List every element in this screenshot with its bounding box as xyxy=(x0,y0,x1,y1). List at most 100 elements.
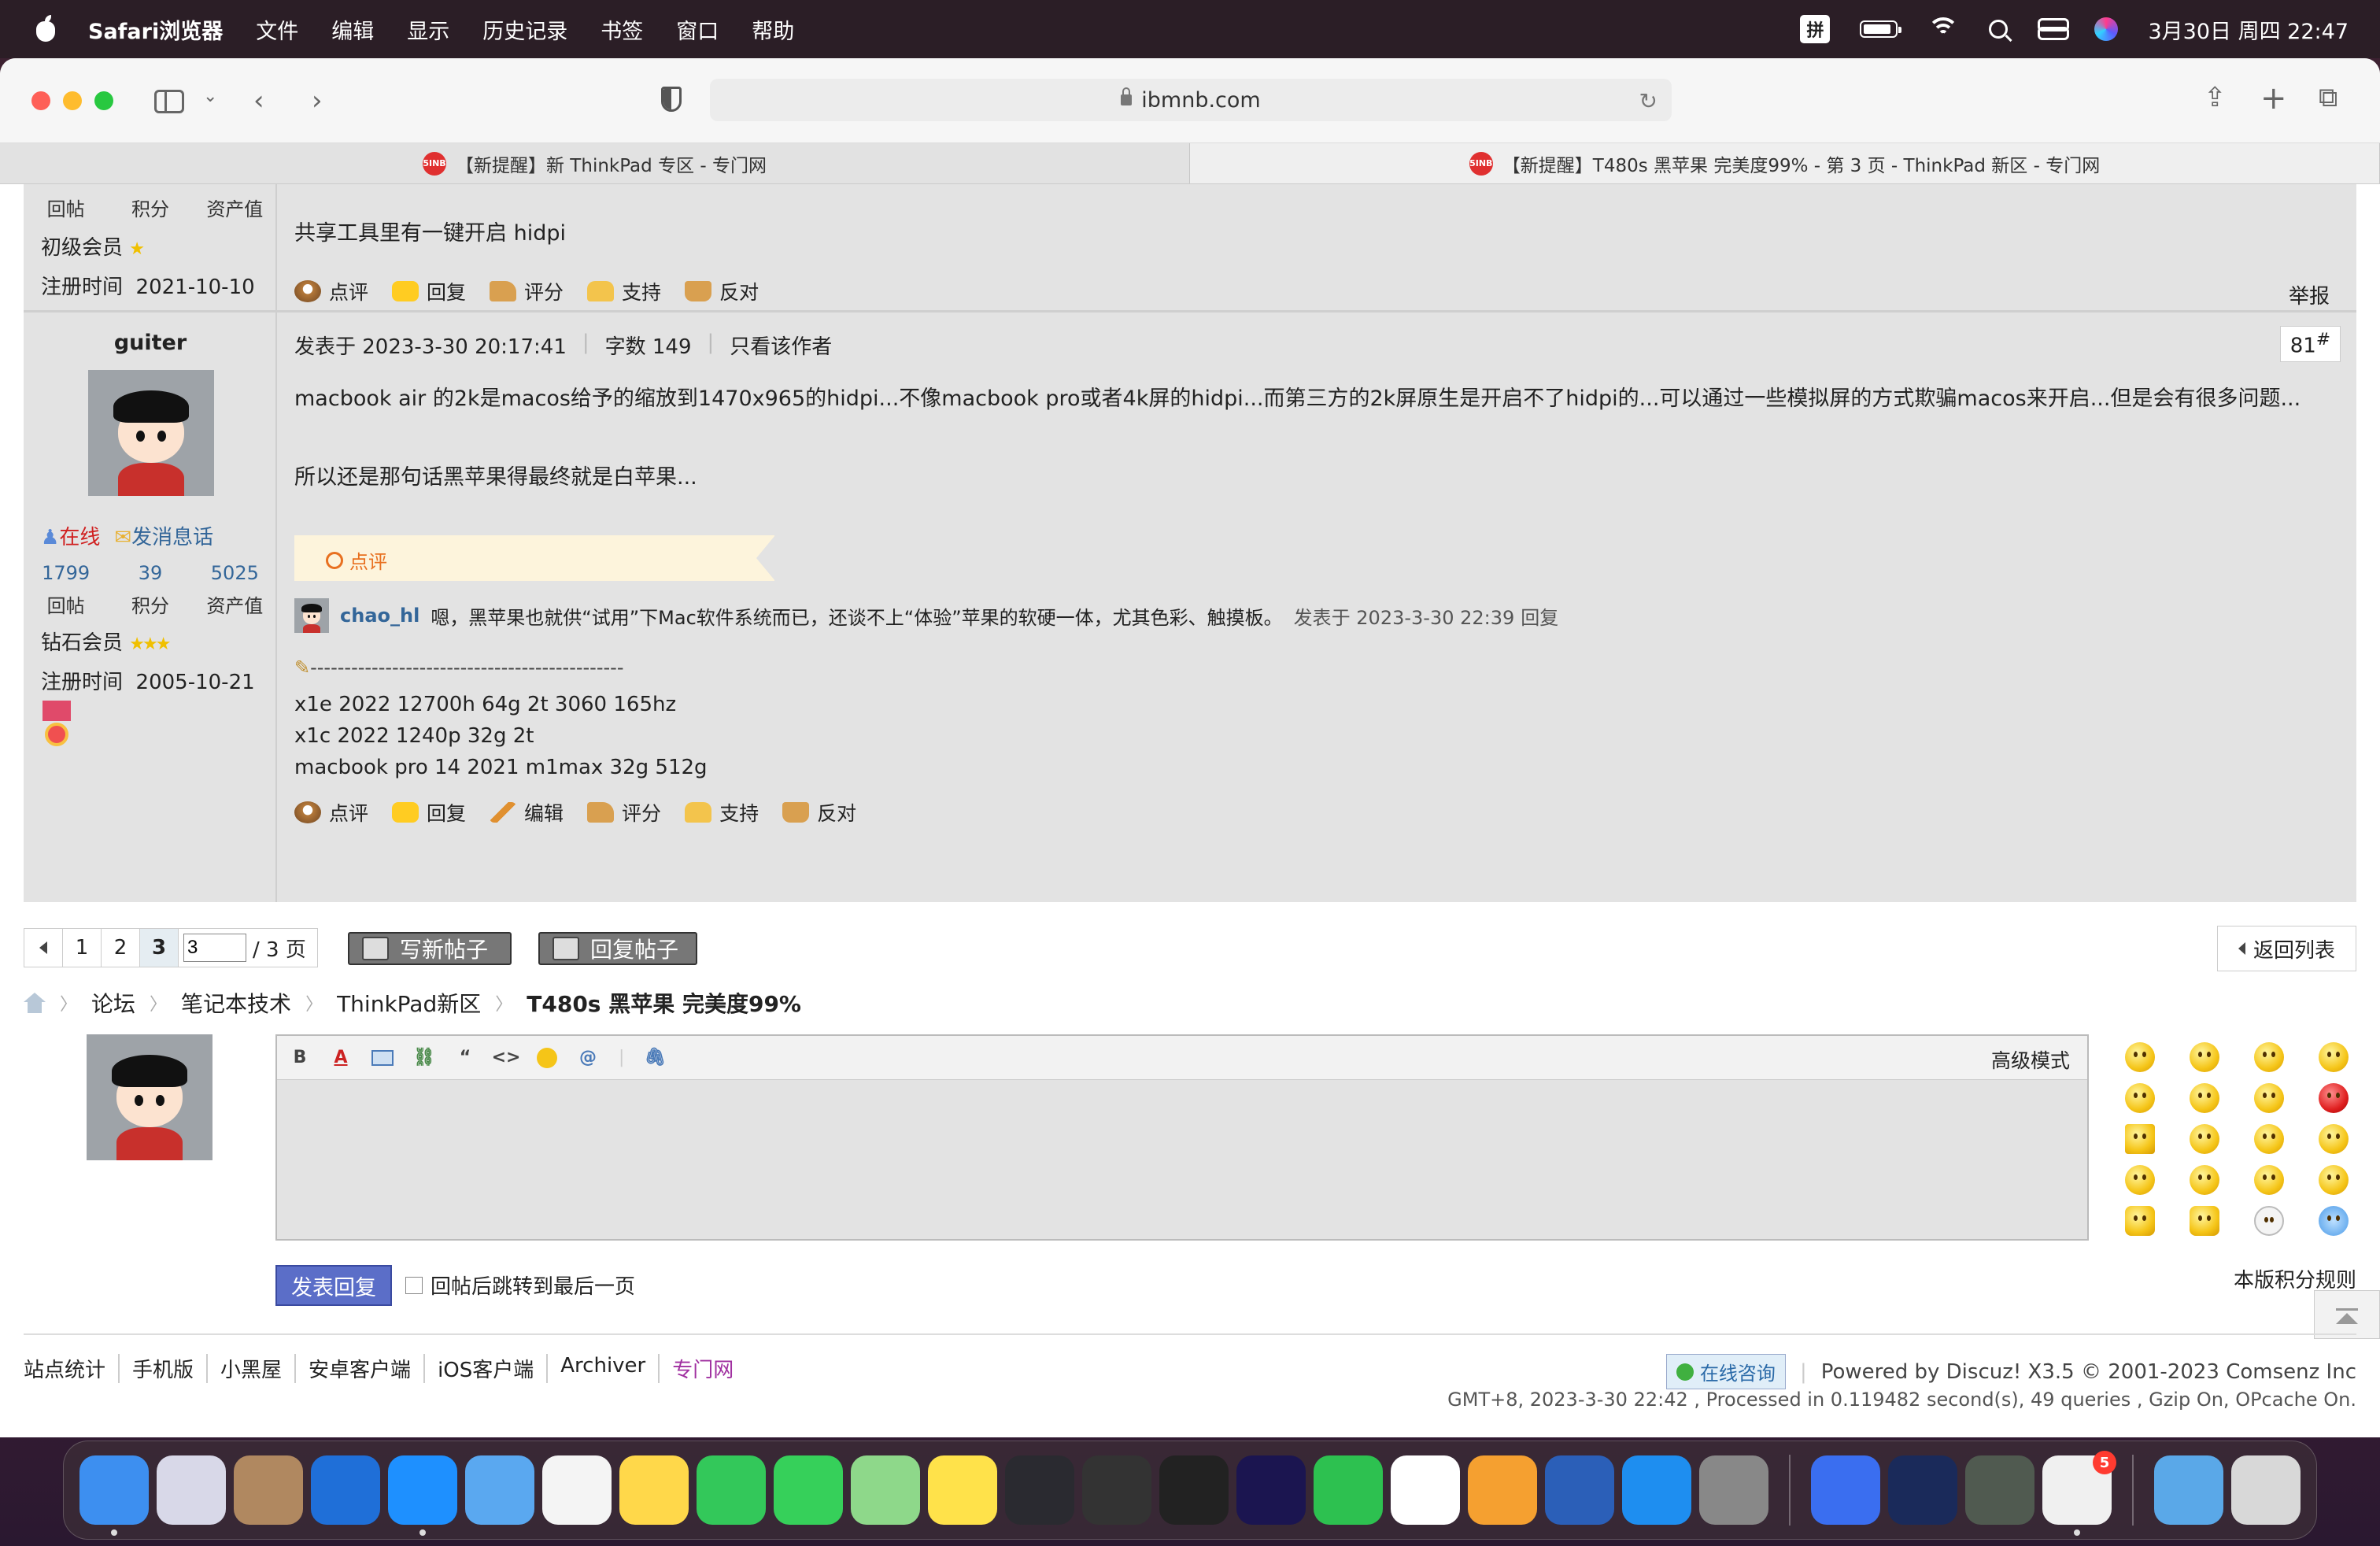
stat-points-value[interactable]: 39 xyxy=(108,562,192,584)
menu-view[interactable]: 显示 xyxy=(407,14,449,45)
only-author-link[interactable]: 只看该作者 xyxy=(730,331,832,360)
breadcrumb-laptop-tech[interactable]: 笔记本技术 xyxy=(181,987,291,1019)
image-icon[interactable] xyxy=(371,1049,394,1066)
dock-notes-icon[interactable] xyxy=(619,1455,689,1525)
page-2-link[interactable]: 2 xyxy=(101,928,140,967)
smiley-icon[interactable] xyxy=(2125,1165,2155,1195)
at-mention-icon[interactable]: @ xyxy=(578,1048,598,1068)
breadcrumb-thinkpad-zone[interactable]: ThinkPad新区 xyxy=(337,987,481,1019)
footer-link-archiver[interactable]: Archiver xyxy=(548,1354,660,1383)
dock-messages-icon[interactable] xyxy=(774,1455,843,1525)
control-center-icon[interactable] xyxy=(2038,18,2070,40)
avatar[interactable] xyxy=(88,370,214,496)
dock-launchpad-icon[interactable] xyxy=(157,1455,226,1525)
thumbs-up-smiley-icon[interactable] xyxy=(2125,1206,2155,1236)
footer-link-blackroom[interactable]: 小黑屋 xyxy=(208,1354,297,1383)
comment-user[interactable]: chao_hl xyxy=(340,605,419,627)
footer-link-site[interactable]: 专门网 xyxy=(660,1354,746,1383)
gift-icon[interactable] xyxy=(2319,1206,2349,1236)
smiley-icon[interactable] xyxy=(2190,1165,2219,1195)
oppose-action[interactable]: 反对 xyxy=(685,277,759,305)
menu-app-name[interactable]: Safari浏览器 xyxy=(88,14,223,45)
dock-infuse-icon[interactable] xyxy=(1005,1455,1074,1525)
dock-office-icon[interactable]: 5 xyxy=(2042,1451,2116,1536)
menu-history[interactable]: 历史记录 xyxy=(482,14,567,45)
back-to-list-button[interactable]: 返回列表 xyxy=(2216,926,2356,971)
menu-file[interactable]: 文件 xyxy=(256,14,298,45)
support-action[interactable]: 支持 xyxy=(685,798,759,827)
privacy-shield-icon[interactable] xyxy=(661,87,682,112)
zoom-window-button[interactable] xyxy=(94,91,113,110)
smiley-icon[interactable] xyxy=(2190,1124,2219,1154)
font-color-icon[interactable]: A xyxy=(331,1048,351,1068)
menu-help[interactable]: 帮助 xyxy=(752,14,794,45)
menu-clock[interactable]: 3月30日 周四 22:47 xyxy=(2148,14,2349,45)
dock-app-store-icon[interactable] xyxy=(1622,1455,1691,1525)
sidebar-toggle-icon[interactable] xyxy=(154,90,184,113)
reload-icon[interactable]: ↻ xyxy=(1639,88,1658,114)
forward-arrow-icon[interactable]: › xyxy=(312,85,323,117)
dock-system-preferences-icon[interactable] xyxy=(1699,1455,1768,1525)
floor-number[interactable]: 81# xyxy=(2279,326,2341,362)
comment-action[interactable]: 点评 xyxy=(294,798,368,827)
dock-dvd-player-icon[interactable] xyxy=(1082,1455,1151,1525)
page-1-link[interactable]: 1 xyxy=(62,928,102,967)
chevron-down-icon[interactable]: ⌄ xyxy=(203,87,217,106)
smiley-icon[interactable] xyxy=(2319,1165,2349,1195)
footer-link-stats[interactable]: 站点统计 xyxy=(24,1354,120,1383)
smiley-icon[interactable] xyxy=(537,1047,557,1068)
report-link[interactable]: 举报 xyxy=(2289,280,2330,309)
home-icon[interactable] xyxy=(24,993,46,1013)
dock-mail-icon[interactable] xyxy=(465,1455,534,1525)
spotlight-search-icon[interactable] xyxy=(1989,20,2009,39)
smiley-icon[interactable] xyxy=(2190,1083,2219,1113)
dock-facetime-icon[interactable] xyxy=(697,1455,766,1525)
dock-lark-icon[interactable] xyxy=(1811,1455,1880,1525)
footer-link-mobile[interactable]: 手机版 xyxy=(120,1354,209,1383)
dock-finder-icon[interactable] xyxy=(79,1455,149,1536)
smiley-icon[interactable] xyxy=(2254,1083,2284,1113)
dock-word-icon[interactable] xyxy=(1545,1455,1614,1525)
reply-action[interactable]: 回复 xyxy=(392,277,466,305)
dock-maps-icon[interactable] xyxy=(851,1455,920,1525)
menu-edit[interactable]: 编辑 xyxy=(331,14,374,45)
dock-infuse-2-icon[interactable] xyxy=(1888,1455,1957,1525)
new-tab-icon[interactable]: + xyxy=(2260,80,2287,117)
attachment-icon[interactable]: 🖇 xyxy=(644,1048,666,1068)
share-icon[interactable]: ⇪ xyxy=(2204,82,2227,113)
comment-reply-link[interactable]: 回复 xyxy=(1521,602,1558,630)
breadcrumb-forum[interactable]: 论坛 xyxy=(91,987,135,1019)
dock-qq-icon[interactable] xyxy=(1391,1455,1460,1525)
smiley-icon[interactable] xyxy=(2125,1042,2155,1072)
send-message-link[interactable]: ✉发消息话 xyxy=(114,521,213,550)
support-action[interactable]: 支持 xyxy=(587,277,661,305)
smiley-icon[interactable] xyxy=(2125,1083,2155,1113)
dock-downloads-folder-icon[interactable] xyxy=(2154,1455,2223,1525)
post-author-name[interactable]: guiter xyxy=(24,331,277,355)
siri-icon[interactable] xyxy=(2094,17,2119,41)
edit-action[interactable]: 编辑 xyxy=(490,798,564,827)
rate-action[interactable]: 评分 xyxy=(587,798,661,827)
dock-disk-tool-icon[interactable] xyxy=(1965,1455,2034,1525)
battery-icon[interactable] xyxy=(1860,20,1902,38)
rate-action[interactable]: 评分 xyxy=(490,277,564,305)
quote-icon[interactable]: “ xyxy=(455,1048,475,1068)
handshake-icon[interactable] xyxy=(2190,1206,2219,1236)
reply-post-button[interactable]: 回复帖子 xyxy=(538,932,697,965)
stat-posts-value[interactable]: 1799 xyxy=(24,562,108,584)
angry-smiley-icon[interactable] xyxy=(2319,1083,2349,1113)
dock-maxthon-icon[interactable] xyxy=(311,1455,380,1525)
page-jump-input[interactable] xyxy=(183,934,246,962)
menu-bookmarks[interactable]: 书签 xyxy=(601,14,643,45)
code-icon[interactable]: <> xyxy=(492,1048,521,1068)
new-post-button[interactable]: 写新帖子 xyxy=(348,932,512,965)
footer-link-ios[interactable]: iOS客户端 xyxy=(425,1354,549,1383)
breadcrumb-current-thread[interactable]: T480s 黑苹果 完美度99% xyxy=(527,987,801,1019)
dock-trash-icon[interactable] xyxy=(2231,1455,2301,1525)
dock-pages-icon[interactable] xyxy=(1468,1455,1537,1525)
smiley-icon[interactable] xyxy=(2254,1042,2284,1072)
dock-contacts-icon[interactable] xyxy=(234,1455,303,1525)
minimize-window-button[interactable] xyxy=(63,91,82,110)
prev-page-button[interactable] xyxy=(24,928,63,967)
coffee-icon[interactable] xyxy=(2254,1206,2284,1236)
